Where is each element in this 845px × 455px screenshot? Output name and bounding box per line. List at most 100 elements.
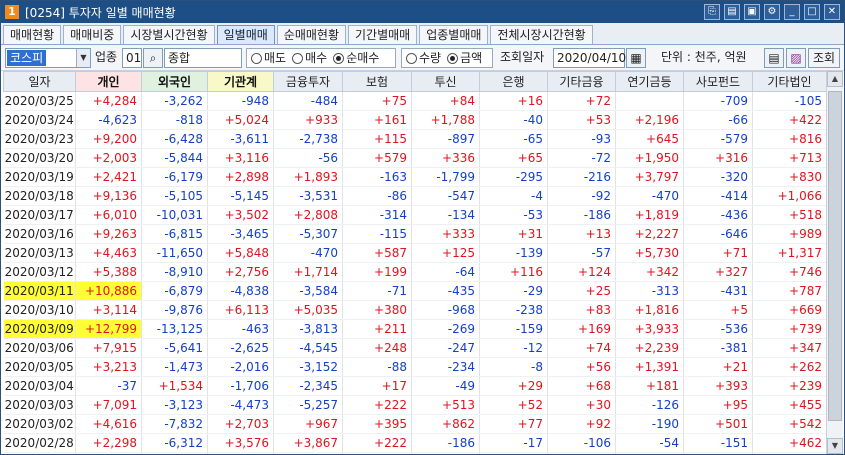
- column-header[interactable]: 연기금등: [615, 71, 684, 92]
- table-row[interactable]: 2020/03/09 +12,799 -13,125 -463 -3,813 +211 -2…: [3, 319, 826, 339]
- trade-type-radio-2[interactable]: 순매수: [333, 49, 379, 67]
- value-cell: +455: [752, 395, 826, 415]
- maximize-icon[interactable]: □: [804, 4, 820, 20]
- tab-2[interactable]: 시장별시간현황: [123, 25, 215, 44]
- value-cell: -163: [342, 167, 412, 187]
- value-cell: +5: [683, 300, 753, 320]
- table-row[interactable]: 2020/03/16 +9,263 -6,815 -3,465 -5,307 -115 +3…: [3, 224, 826, 244]
- value-cell: +407: [411, 452, 480, 454]
- list-view-icon[interactable]: ▤: [764, 48, 784, 68]
- calendar-icon[interactable]: ▦: [626, 48, 646, 68]
- window-number-badge[interactable]: 1: [5, 5, 19, 19]
- print-icon[interactable]: ▤: [724, 4, 740, 20]
- table-row[interactable]: 2020/03/17 +6,010 -10,031 +3,502 +2,808 -314-…: [3, 205, 826, 225]
- value-cell: -190: [615, 414, 684, 434]
- table-row[interactable]: 2020/03/25 +4,284 -3,262 -948 -484 +75 +84 +16 +…: [3, 91, 826, 111]
- value-cell: +248: [342, 338, 412, 358]
- date-cell: 2020/03/06: [3, 338, 76, 358]
- value-cell: +669: [752, 300, 826, 320]
- industry-name-field: 종합: [164, 48, 242, 68]
- vertical-scrollbar[interactable]: ▲ ▼: [826, 71, 843, 454]
- scrollbar-thumb[interactable]: [828, 91, 842, 421]
- minimize-icon[interactable]: _: [784, 4, 800, 20]
- table-row[interactable]: 2020/03/18 +9,136 -5,105 -5,145 -3,531 -86 -54…: [3, 186, 826, 206]
- column-header[interactable]: 보험: [342, 71, 412, 92]
- column-header[interactable]: 투신: [411, 71, 480, 92]
- column-header[interactable]: 기관계: [207, 71, 274, 92]
- tab-7[interactable]: 전체시장시간현황: [490, 25, 593, 44]
- value-cell: +3,933: [615, 319, 684, 339]
- column-header[interactable]: 은행: [479, 71, 548, 92]
- table-row[interactable]: 2020/02/28 +2,298 -6,312 +3,576 +3,867 +222 -1…: [3, 433, 826, 453]
- table-row[interactable]: 2020/02/27+3,465-3,985-20-1,411+132+407+…: [3, 452, 826, 454]
- value-cell: -66: [683, 110, 753, 130]
- tab-1[interactable]: 매매비중: [63, 25, 122, 44]
- scroll-up-icon[interactable]: ▲: [827, 71, 843, 87]
- value-cell: -6,179: [141, 167, 208, 187]
- close-icon[interactable]: ✕: [824, 4, 840, 20]
- chevron-down-icon[interactable]: ▼: [76, 49, 90, 67]
- value-cell: -320: [683, 167, 753, 187]
- table-row[interactable]: 2020/03/19 +2,421 -6,179 +2,898 +1,893 -163 -1…: [3, 167, 826, 187]
- value-cell: -126: [615, 395, 684, 415]
- tab-4[interactable]: 순매매현황: [276, 25, 346, 44]
- value-cell: +262: [752, 357, 826, 377]
- tab-3[interactable]: 일별매매: [216, 25, 275, 44]
- table-row[interactable]: 2020/03/04 -37 +1,534 -1,706 -2,345 +17 -49 +29…: [3, 376, 826, 396]
- tab-0[interactable]: 매매현황: [3, 25, 62, 44]
- value-cell: +5,730: [615, 243, 684, 263]
- table-row[interactable]: 2020/03/10 +3,114 -9,876 +6,113 +5,035 +380 -9…: [3, 300, 826, 320]
- unit-type-radio-1[interactable]: 금액: [447, 49, 482, 67]
- column-header[interactable]: 사모펀드: [683, 71, 753, 92]
- table-row[interactable]: 2020/03/05 +3,213 -1,473 -2,016 -3,152 -88 -23…: [3, 357, 826, 377]
- unit-type-radio-0[interactable]: 수량: [406, 49, 441, 67]
- settings-icon[interactable]: ⚙: [764, 4, 780, 20]
- value-cell: -20: [207, 452, 274, 454]
- value-cell: -295: [479, 167, 548, 187]
- value-cell: +3,116: [207, 148, 274, 168]
- trade-type-radio-0[interactable]: 매도: [251, 49, 286, 67]
- tab-5[interactable]: 기간별매매: [348, 25, 418, 44]
- value-cell: +3,502: [207, 205, 274, 225]
- value-cell: +4,463: [75, 243, 142, 263]
- value-cell: -381: [683, 338, 753, 358]
- date-input[interactable]: 2020/04/10: [553, 48, 626, 68]
- table-row[interactable]: 2020/03/23 +9,200 -6,428 -3,611 -2,738 +115 -8…: [3, 129, 826, 149]
- search-icon[interactable]: ⌕: [143, 48, 163, 68]
- trade-type-radio-1[interactable]: 매수: [292, 49, 327, 67]
- tab-6[interactable]: 업종별매매: [419, 25, 489, 44]
- value-cell: -313: [615, 281, 684, 301]
- value-cell: +30: [547, 395, 616, 415]
- table-row[interactable]: 2020/03/24 -4,623 -818 +5,024 +933 +161 +1,788…: [3, 110, 826, 130]
- table-row[interactable]: 2020/03/13 +4,463 -11,650 +5,848 -470 +587 +12…: [3, 243, 826, 263]
- value-cell: +5,035: [273, 300, 343, 320]
- industry-code-input[interactable]: 01: [122, 48, 142, 68]
- date-cell: 2020/03/16: [3, 224, 76, 244]
- table-row[interactable]: 2020/03/03 +7,091 -3,123 -4,473 -5,257 +222 +5…: [3, 395, 826, 415]
- value-cell: +989: [752, 224, 826, 244]
- query-button[interactable]: 조회: [808, 48, 840, 68]
- column-header[interactable]: 일자: [3, 71, 76, 92]
- value-cell: +7,915: [75, 338, 142, 358]
- column-header[interactable]: 외국인: [141, 71, 208, 92]
- value-cell: -247: [411, 338, 480, 358]
- value-cell: +645: [615, 129, 684, 149]
- value-cell: +2,239: [615, 338, 684, 358]
- scroll-down-icon[interactable]: ▼: [827, 438, 843, 454]
- column-header[interactable]: 기타금융: [547, 71, 616, 92]
- table-row[interactable]: 2020/03/20 +2,003 -5,844 +3,116 -56 +579 +336 +…: [3, 148, 826, 168]
- value-cell: -7,832: [141, 414, 208, 434]
- column-header[interactable]: 금융투자: [273, 71, 343, 92]
- market-select[interactable]: 코스피 ▼: [5, 48, 91, 68]
- table-row[interactable]: 2020/03/06 +7,915 -5,641 -2,625 -4,545 +248 -2…: [3, 338, 826, 358]
- date-cell: 2020/03/20: [3, 148, 76, 168]
- table-row[interactable]: 2020/03/02 +4,616 -7,832 +2,703 +967 +395 +862…: [3, 414, 826, 434]
- table-row[interactable]: 2020/03/12 +5,388 -8,910 +2,756 +1,714 +199 -6…: [3, 262, 826, 282]
- table-row[interactable]: 2020/03/11 +10,886 -6,879 -4,838 -3,584 -71 -4…: [3, 281, 826, 301]
- value-cell: -6,815: [141, 224, 208, 244]
- link-icon[interactable]: ⎘: [704, 4, 720, 20]
- column-header[interactable]: 기타법인: [752, 71, 826, 92]
- image-icon[interactable]: ▣: [744, 4, 760, 20]
- chart-view-icon[interactable]: ▨: [786, 48, 806, 68]
- column-header[interactable]: 개인: [75, 71, 142, 92]
